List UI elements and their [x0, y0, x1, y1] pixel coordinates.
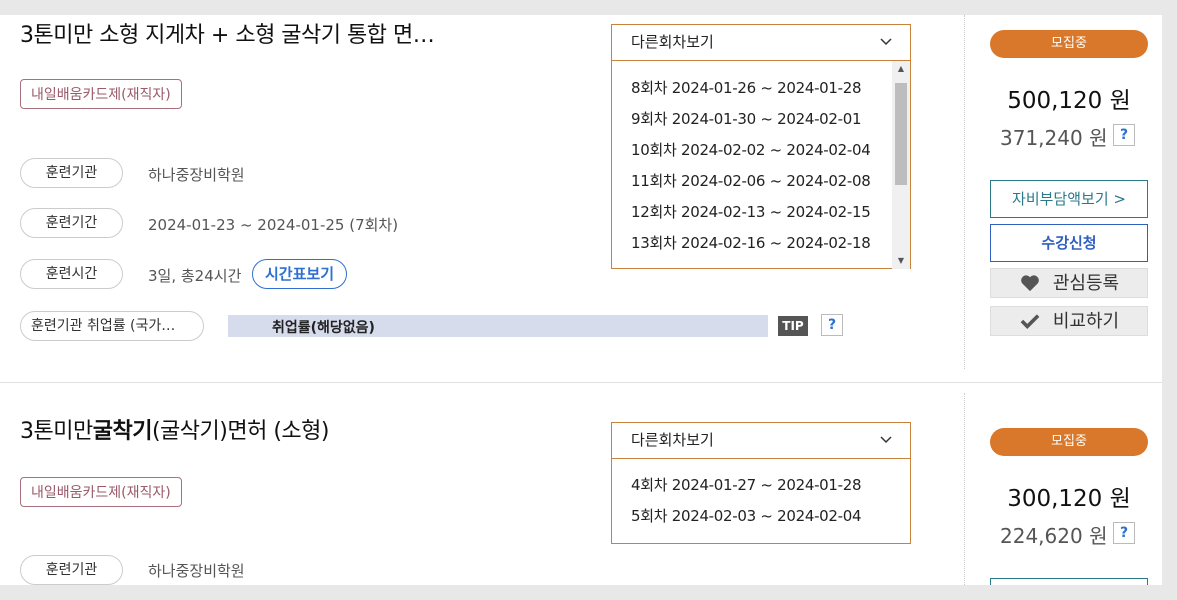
- other-session-select[interactable]: 다른회차보기: [612, 25, 910, 61]
- compare-label: 비교하기: [1052, 311, 1120, 332]
- dropdown-label: 다른회차보기: [631, 431, 714, 449]
- session-option[interactable]: 12회차 2024-02-13 ~ 2024-02-15: [612, 197, 910, 228]
- session-list: 8회차 2024-01-26 ~ 2024-01-28 9회차 2024-01-…: [612, 61, 910, 269]
- session-option[interactable]: 5회차 2024-02-03 ~ 2024-02-04: [612, 501, 910, 532]
- price: 500,120 원: [1007, 88, 1131, 114]
- label-training-period: 훈련기간: [20, 208, 123, 238]
- session-option[interactable]: 13회차 2024-02-16 ~ 2024-02-18: [612, 228, 910, 259]
- session-option[interactable]: 8회차 2024-01-26 ~ 2024-01-28: [612, 73, 910, 104]
- scroll-down-icon[interactable]: ▼: [892, 253, 910, 269]
- course-card: 3톤미만 소형 지게차 + 소형 굴삭기 통합 면… 내일배움카드제(재직자) …: [0, 15, 1162, 382]
- timetable-button[interactable]: 시간표보기: [252, 259, 348, 289]
- other-session-dropdown[interactable]: 다른회차보기 4회차 2024-01-27 ~ 2024-01-28 5회차 2…: [611, 422, 911, 544]
- employment-help-button[interactable]: ?: [821, 314, 843, 336]
- subsidized-price: 224,620 원: [1000, 524, 1108, 548]
- session-option[interactable]: 10회차 2024-02-02 ~ 2024-02-04: [612, 135, 910, 166]
- employment-rate-text: 취업률(해당없음): [272, 320, 375, 336]
- wishlist-label: 관심등록: [1052, 273, 1120, 294]
- other-session-select[interactable]: 다른회차보기: [612, 423, 910, 459]
- price: 300,120 원: [1007, 486, 1131, 512]
- course-title[interactable]: 3톤미만굴착기(굴삭기)면허 (소형): [20, 413, 329, 445]
- scroll-up-icon[interactable]: ▲: [892, 61, 910, 77]
- dropdown-label: 다른회차보기: [631, 33, 714, 51]
- course-title-prefix: 3톤미만: [20, 419, 93, 444]
- status-badge: 모집중: [990, 30, 1148, 58]
- training-hours-value: 3일, 총24시간: [148, 267, 242, 285]
- label-training-institution: 훈련기관: [20, 555, 123, 585]
- label-employment-rate: 훈련기관 취업률 (국가…: [20, 311, 204, 341]
- training-institution-value: 하나중장비학원: [148, 166, 245, 184]
- subsidized-price: 371,240 원: [1000, 126, 1108, 150]
- session-option[interactable]: 11회차 2024-02-06 ~ 2024-02-08: [612, 166, 910, 197]
- price-help-button[interactable]: ?: [1113, 522, 1135, 544]
- self-pay-button[interactable]: [990, 578, 1148, 585]
- training-period-value: 2024-01-23 ~ 2024-01-25 (7회차): [148, 216, 399, 234]
- status-badge: 모집중: [990, 428, 1148, 456]
- enroll-button[interactable]: 수강신청: [990, 224, 1148, 262]
- label-training-institution: 훈련기관: [20, 158, 123, 188]
- session-option[interactable]: 9회차 2024-01-30 ~ 2024-02-01: [612, 104, 910, 135]
- scrollbar-thumb[interactable]: [895, 83, 907, 185]
- course-title-highlight: 굴착기: [92, 419, 153, 444]
- session-option[interactable]: 4회차 2024-01-27 ~ 2024-01-28: [612, 470, 910, 501]
- wishlist-button[interactable]: 관심등록: [990, 268, 1148, 298]
- course-title-suffix: (굴삭기)면허 (소형): [151, 419, 330, 444]
- training-institution-value: 하나중장비학원: [148, 562, 245, 580]
- funding-tag: 내일배움카드제(재직자): [20, 477, 182, 507]
- funding-tag: 내일배움카드제(재직자): [20, 79, 182, 109]
- label-training-hours: 훈련시간: [20, 259, 123, 289]
- employment-rate-bar: 취업률(해당없음): [228, 315, 768, 337]
- session-list: 4회차 2024-01-27 ~ 2024-01-28 5회차 2024-02-…: [612, 459, 910, 532]
- self-pay-button[interactable]: 자비부담액보기 >: [990, 180, 1148, 218]
- compare-button[interactable]: 비교하기: [990, 306, 1148, 336]
- price-help-button[interactable]: ?: [1113, 124, 1135, 146]
- course-card: 3톤미만굴착기(굴삭기)면허 (소형) 내일배움카드제(재직자) 훈련기관 하나…: [0, 383, 1162, 585]
- column-divider: [964, 393, 965, 585]
- tip-badge[interactable]: TIP: [778, 316, 808, 336]
- heart-icon: [1019, 269, 1041, 299]
- check-icon: [1019, 307, 1041, 337]
- other-session-dropdown[interactable]: 다른회차보기 8회차 2024-01-26 ~ 2024-01-28 9회차 2…: [611, 24, 911, 269]
- column-divider: [964, 15, 965, 369]
- course-list-page: 3톤미만 소형 지게차 + 소형 굴삭기 통합 면… 내일배움카드제(재직자) …: [0, 15, 1162, 585]
- dropdown-scrollbar[interactable]: ▲ ▼: [892, 61, 910, 269]
- course-title[interactable]: 3톤미만 소형 지게차 + 소형 굴삭기 통합 면…: [20, 17, 435, 49]
